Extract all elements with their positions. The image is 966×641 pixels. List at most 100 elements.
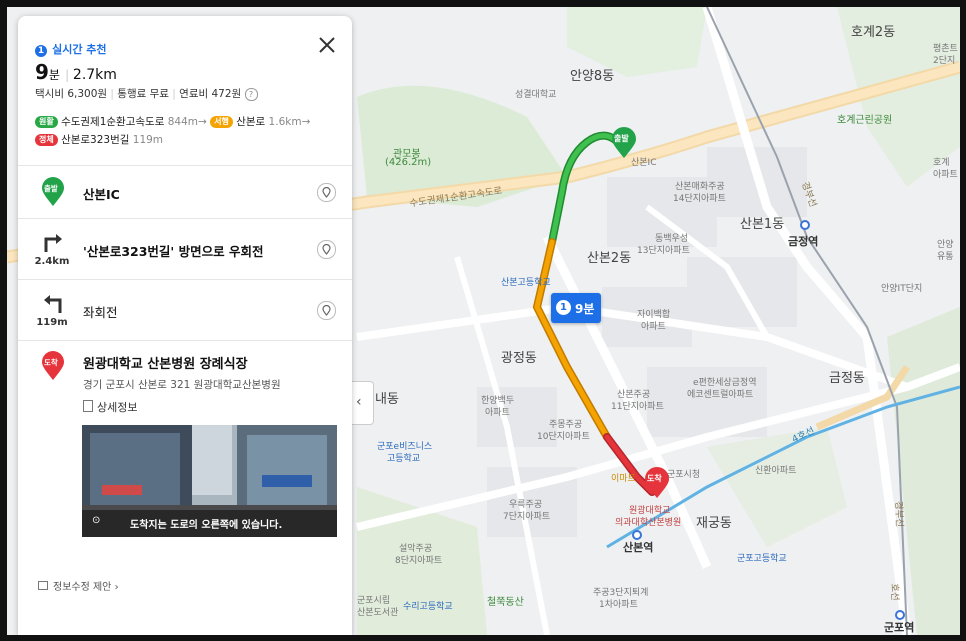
place-label: 아파트: [933, 170, 958, 180]
detail-info-label: 상세정보: [97, 401, 138, 414]
district-label: 산본2동: [587, 251, 632, 266]
route-step[interactable]: 2.4km '산본로323번길' 방면으로 우회전: [18, 219, 352, 279]
route-summary[interactable]: 1 실시간 추천 9분 | 2.7km 택시비 6,300원 | 통행료 무료 …: [18, 16, 352, 166]
district-label: 내동: [375, 392, 399, 407]
place-label: 2단지: [933, 56, 956, 66]
street-view-image[interactable]: ⊙ 도착지는 도로의 오른쪽에 있습니다.: [82, 425, 337, 537]
district-label: 안양8동: [570, 69, 615, 84]
place-label: 군포시청: [667, 470, 701, 480]
segment-road: 산본로323번길: [61, 134, 130, 146]
arrow-icon: →: [197, 116, 207, 128]
recommend-label: 실시간 추천: [52, 43, 107, 56]
chevron-left-icon: ‹: [356, 394, 362, 410]
end-badge-label: 도착: [44, 358, 58, 367]
place-label: 고등학교: [387, 454, 421, 464]
segment-road: 산본로: [236, 116, 266, 128]
place-label: 10단지아파트: [537, 432, 590, 442]
place-label: 산본고등학교: [501, 278, 551, 288]
street-view-caption: 도착지는 도로의 오른쪽에 있습니다.: [130, 520, 283, 531]
locate-on-map-button[interactable]: [317, 240, 336, 259]
location-pin-icon: [322, 244, 331, 255]
arrow-icon: →: [301, 116, 311, 128]
place-label: 14단지아파트: [673, 194, 726, 204]
segment-distance: 844m: [167, 116, 198, 128]
place-label: 안양IT단지: [881, 284, 923, 294]
start-badge-icon: 출발: [41, 177, 65, 207]
place-label: 아파트: [485, 408, 510, 418]
location-pin-icon: [322, 305, 331, 316]
place-label: 군포고등학교: [737, 554, 787, 564]
destination-address: 경기 군포시 산본로 321 원광대학교산본병원: [83, 379, 281, 391]
start-marker-label: 출발: [614, 134, 629, 143]
location-pin-icon: ⊙: [92, 515, 101, 526]
place-label: 성결대학교: [515, 90, 557, 100]
district-label: 광정동: [501, 351, 537, 366]
segment-distance: 119m: [132, 134, 164, 146]
district-label: 산본1동: [740, 217, 785, 232]
place-label: 11단지아파트: [611, 402, 664, 412]
traffic-status-badge: 정체: [35, 134, 58, 146]
route-time: 9분: [575, 302, 595, 316]
traffic-status-badge: 서행: [210, 116, 233, 128]
time-value: 9: [35, 60, 49, 84]
collapse-panel-button[interactable]: ‹: [352, 381, 374, 425]
time-unit: 분: [48, 68, 60, 82]
step-title: 산본IC: [83, 187, 120, 202]
road-label: 호선: [888, 583, 901, 601]
locate-on-map-button[interactable]: [317, 183, 336, 202]
place-label: 철쭉동산: [487, 597, 524, 608]
place-label: 수리고등학교: [403, 602, 453, 612]
close-icon: [319, 37, 335, 53]
place-label: (426.2m): [385, 157, 432, 168]
route-number-icon: 1: [35, 45, 47, 57]
route-number-icon: 1: [556, 300, 571, 315]
detail-info-link[interactable]: 상세정보: [83, 399, 137, 415]
destination-name[interactable]: 원광대학교 산본병원 장례식장: [83, 353, 248, 372]
place-label: 7단지아파트: [503, 512, 551, 522]
document-icon: [83, 400, 93, 412]
map-window: 호계2동 안양8동 산본1동 산본2동 광정동 금정동 재궁동 내동 금정역 산…: [7, 7, 960, 635]
end-marker-label: 도착: [647, 474, 662, 483]
start-badge-label: 출발: [44, 184, 58, 193]
step-distance: 2.4km: [34, 256, 70, 267]
place-label: 산본도서관: [357, 608, 399, 618]
station-label: 산본역: [623, 541, 654, 554]
chevron-right-icon: ›: [114, 582, 119, 593]
place-label: 에코센트럴아파트: [687, 390, 754, 400]
end-badge-icon: 도착: [41, 351, 65, 381]
route-distance: 2.7km: [72, 67, 117, 83]
toll-fee: 통행료 무료: [117, 88, 169, 100]
place-label: 13단지아파트: [637, 246, 690, 256]
district-label: 금정동: [829, 371, 865, 386]
segment-road: 수도권제1순환고속도로: [61, 116, 165, 128]
step-title: 좌회전: [83, 305, 118, 320]
road-label: 경부선: [892, 500, 905, 528]
route-step[interactable]: 출발 산본IC: [18, 166, 352, 218]
district-label: 재궁동: [696, 516, 732, 531]
close-button[interactable]: [316, 34, 338, 56]
place-label: 이마트: [611, 474, 636, 484]
help-icon[interactable]: ?: [244, 88, 258, 101]
turn-left-icon: [41, 292, 65, 318]
edit-suggestion-link[interactable]: 정보수정 제안 ›: [38, 578, 119, 593]
place-label: 의과대학산본병원: [615, 518, 682, 528]
end-marker[interactable]: 도착: [644, 467, 670, 499]
place-label: 8단지아파트: [395, 556, 443, 566]
place-label: 아파트: [641, 322, 666, 332]
fuel-cost: 연료비 472원: [179, 88, 242, 100]
destination-section: 도착 원광대학교 산본병원 장례식장 경기 군포시 산본로 321 원광대학교산…: [18, 341, 352, 541]
location-pin-icon: [322, 187, 331, 198]
route-step[interactable]: 119m 좌회전: [18, 280, 352, 340]
segment-distance: 1.6km: [268, 116, 302, 128]
locate-on-map-button[interactable]: [317, 301, 336, 320]
route-time-badge[interactable]: 1 9분: [551, 293, 601, 323]
place-label: 신환아파트: [755, 466, 797, 476]
traffic-status-badge: 원활: [35, 116, 58, 128]
station-label: 군포역: [884, 621, 915, 634]
step-title: '산본로323번길' 방면으로 우회전: [83, 244, 264, 259]
step-distance: 119m: [36, 317, 68, 328]
start-marker[interactable]: 출발: [611, 127, 637, 159]
route-panel: 1 실시간 추천 9분 | 2.7km 택시비 6,300원 | 통행료 무료 …: [18, 16, 352, 635]
taxi-fare: 택시비 6,300원: [35, 88, 108, 100]
place-label: 1차아파트: [599, 600, 638, 610]
